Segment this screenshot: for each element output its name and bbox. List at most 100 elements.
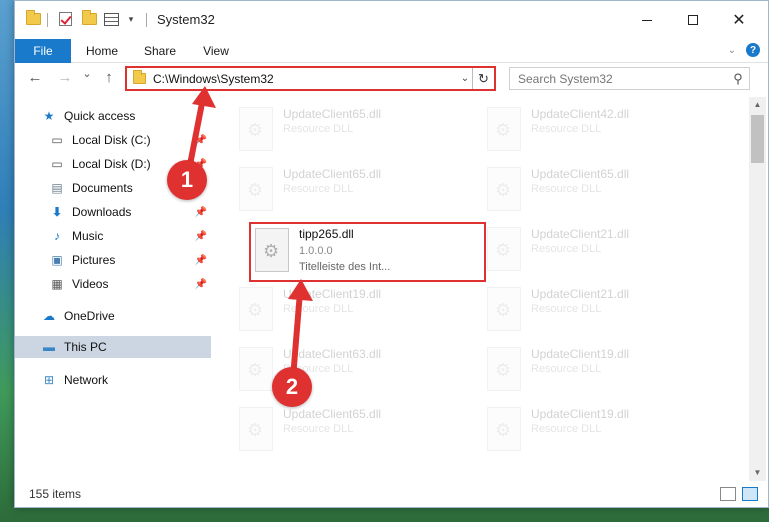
tab-file[interactable]: File	[15, 39, 71, 63]
properties-icon[interactable]	[103, 11, 119, 27]
dll-file-icon	[487, 227, 521, 271]
dll-file-icon	[239, 107, 273, 151]
file-name: UpdateClient19.dll	[531, 407, 630, 421]
file-item[interactable]: UpdateClient65.dll Resource DLL	[235, 403, 465, 461]
large-icons-view-icon[interactable]	[742, 487, 758, 501]
network-icon: ⊞	[43, 373, 55, 387]
minimize-button[interactable]	[624, 5, 670, 35]
check-properties-icon[interactable]	[57, 11, 73, 27]
file-name: UpdateClient65.dll	[283, 107, 382, 121]
sidebar-item-downloads[interactable]: ⬇ Downloads 📌	[15, 201, 211, 223]
address-dropdown-chevron-icon[interactable]: ⌄	[458, 73, 472, 84]
search-input[interactable]	[510, 71, 727, 86]
address-path[interactable]: C:\Windows\System32	[153, 72, 458, 86]
file-list: UpdateClient65.dll Resource DLL UpdateCl…	[215, 97, 748, 481]
maximize-button[interactable]	[670, 5, 716, 35]
file-item[interactable]: UpdateClient65.dll Resource DLL	[483, 163, 713, 221]
pin-icon: 📌	[194, 254, 207, 266]
address-bar[interactable]: C:\Windows\System32 ⌄ ↻	[125, 66, 496, 91]
folder-icon	[25, 10, 41, 27]
file-item[interactable]: UpdateClient42.dll Resource DLL	[483, 103, 713, 161]
file-name: UpdateClient19.dll	[283, 287, 382, 301]
toolbar-separator	[47, 13, 48, 27]
file-item[interactable]: UpdateClient19.dll Resource DLL	[483, 403, 713, 461]
dll-file-icon	[487, 167, 521, 211]
sidebar-item-local-disk-c[interactable]: ▭ Local Disk (C:) 📌	[15, 129, 211, 151]
address-folder-icon	[133, 70, 146, 84]
new-folder-icon[interactable]	[81, 10, 97, 27]
file-item[interactable]: UpdateClient19.dll Resource DLL	[483, 343, 713, 401]
dll-file-icon	[487, 407, 521, 451]
step-badge-1: 1	[167, 160, 207, 200]
close-button[interactable]: ✕	[716, 5, 762, 35]
file-item[interactable]: UpdateClient21.dll Resource DLL	[483, 283, 713, 341]
dll-file-icon	[239, 347, 273, 391]
file-name: UpdateClient19.dll	[531, 347, 630, 361]
up-button[interactable]: ↑	[99, 69, 119, 86]
sidebar-item-this-pc[interactable]: ▬ This PC	[15, 336, 211, 358]
expand-ribbon-chevron-icon[interactable]: ⌄	[728, 45, 736, 56]
sidebar-item-label: This PC	[64, 340, 107, 354]
sidebar-item-onedrive[interactable]: ☁ OneDrive	[15, 305, 211, 327]
window-title: System32	[157, 12, 215, 27]
scroll-up-icon[interactable]: ▲	[749, 97, 766, 113]
file-type: Resource DLL	[283, 423, 354, 435]
back-button[interactable]: ←	[25, 69, 45, 86]
pin-icon: 📌	[194, 134, 207, 146]
file-item[interactable]: UpdateClient19.dll Resource DLL	[235, 283, 465, 341]
file-item[interactable]: UpdateClient21.dll Resource DLL	[483, 223, 713, 281]
help-icon[interactable]: ?	[746, 43, 760, 57]
sidebar-item-network[interactable]: ⊞ Network	[15, 369, 211, 391]
file-item-tipp265[interactable]: tipp265.dll 1.0.0.0 Titelleiste des Int.…	[249, 222, 486, 282]
file-type: Resource DLL	[531, 423, 602, 435]
file-item[interactable]: UpdateClient65.dll Resource DLL	[235, 103, 465, 161]
title-separator	[146, 13, 147, 27]
sidebar-item-label: Quick access	[64, 109, 136, 123]
search-box[interactable]: ⚲	[509, 67, 750, 90]
minimize-icon	[642, 19, 652, 21]
title-bar: ▾ System32 ✕	[15, 1, 768, 39]
sidebar-item-pictures[interactable]: ▣ Pictures 📌	[15, 249, 211, 271]
sidebar-item-quick-access[interactable]: ★ Quick access	[15, 105, 211, 127]
sidebar-item-label: Local Disk (D:)	[72, 157, 151, 171]
tab-share[interactable]: Share	[135, 39, 185, 63]
file-name: UpdateClient21.dll	[531, 287, 630, 301]
drive-icon: ▭	[51, 157, 63, 171]
download-icon: ⬇	[51, 205, 63, 219]
tab-view[interactable]: View	[191, 39, 241, 63]
file-type: Resource DLL	[283, 123, 354, 135]
videos-icon: ▦	[51, 277, 63, 291]
search-icon[interactable]: ⚲	[727, 71, 749, 87]
scroll-down-icon[interactable]: ▼	[749, 465, 766, 481]
cloud-icon: ☁	[43, 309, 55, 323]
sidebar-item-label: Pictures	[72, 253, 116, 267]
forward-button[interactable]: →	[55, 69, 75, 86]
recent-locations-chevron-icon[interactable]: ⌄	[77, 67, 97, 80]
file-type: Resource DLL	[531, 183, 602, 195]
computer-icon: ▬	[43, 340, 55, 354]
drive-icon: ▭	[51, 133, 63, 147]
sidebar-item-label: Local Disk (C:)	[72, 133, 151, 147]
tab-home[interactable]: Home	[77, 39, 127, 63]
file-type: Resource DLL	[531, 363, 602, 375]
sidebar-item-videos[interactable]: ▦ Videos 📌	[15, 273, 211, 295]
item-count: 155 items	[29, 487, 82, 501]
scroll-thumb[interactable]	[751, 115, 764, 163]
vertical-scrollbar[interactable]: ▲ ▼	[749, 97, 766, 481]
dll-file-icon	[239, 407, 273, 451]
ribbon: File Home Share View ⌄ ?	[15, 39, 768, 63]
refresh-icon[interactable]: ↻	[472, 68, 494, 89]
file-type: Resource DLL	[531, 303, 602, 315]
pin-icon: 📌	[194, 278, 207, 290]
navigation-pane: ★ Quick access ▭ Local Disk (C:) 📌 ▭ Loc…	[15, 97, 211, 481]
customize-toolbar-chevron-icon[interactable]: ▾	[123, 11, 139, 27]
pin-icon: 📌	[194, 230, 207, 242]
file-item[interactable]: UpdateClient65.dll Resource DLL	[235, 163, 465, 221]
dll-file-icon	[487, 347, 521, 391]
sidebar-item-label: Music	[72, 229, 104, 243]
sidebar-item-music[interactable]: ♪ Music 📌	[15, 225, 211, 247]
file-item[interactable]: UpdateClient63.dll Resource DLL	[235, 343, 465, 401]
file-name: UpdateClient42.dll	[531, 107, 630, 121]
dll-file-icon	[487, 287, 521, 331]
details-view-icon[interactable]	[720, 487, 736, 501]
